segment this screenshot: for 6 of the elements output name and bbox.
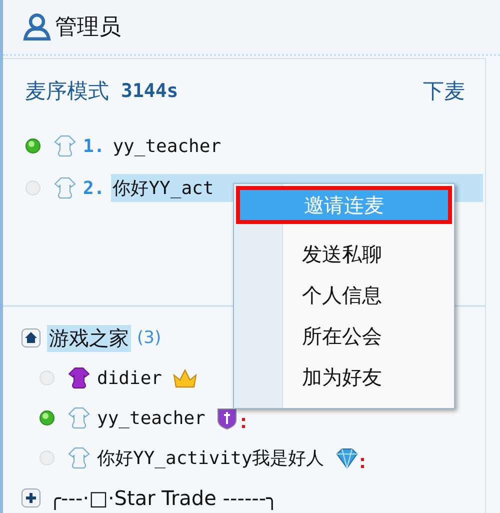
queue-number: 2. [83, 178, 105, 198]
panel-title: 管理员 [55, 14, 121, 42]
queue-mode-label: 麦序模式 [25, 78, 109, 105]
queue-number: 1. [83, 136, 105, 156]
member-count: (3) [137, 328, 162, 348]
queue-timer: 3144s [121, 80, 178, 102]
